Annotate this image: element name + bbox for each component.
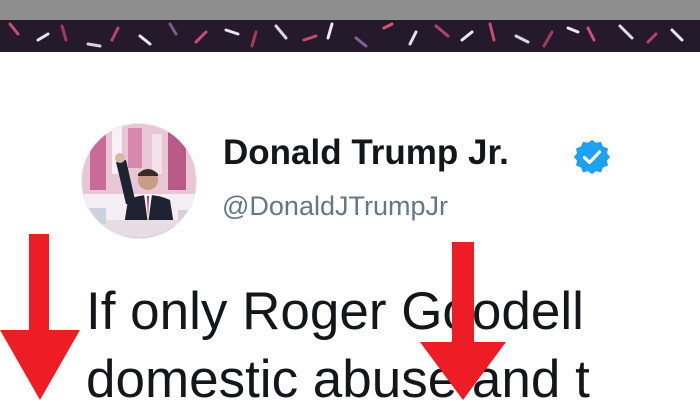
user-handle[interactable]: @DonaldJTrumpJr — [222, 188, 448, 224]
top-strip — [0, 0, 700, 20]
display-name[interactable]: Donald Trump Jr. — [223, 130, 509, 176]
header-banner-image — [0, 20, 700, 52]
tweet-text: If only Roger Goodell domestic abuse and… — [86, 278, 700, 400]
down-arrow-icon — [0, 234, 80, 400]
verified-badge-icon — [574, 139, 610, 175]
down-arrow-icon — [420, 242, 506, 400]
tweet-text-line-1: If only Roger Goodell — [86, 282, 584, 341]
tweet-screenshot: Donald Trump Jr. @DonaldJTrumpJr If only… — [0, 0, 700, 400]
tweet-text-line-2: domestic abuse and t — [86, 350, 590, 400]
profile-avatar[interactable] — [82, 124, 196, 238]
